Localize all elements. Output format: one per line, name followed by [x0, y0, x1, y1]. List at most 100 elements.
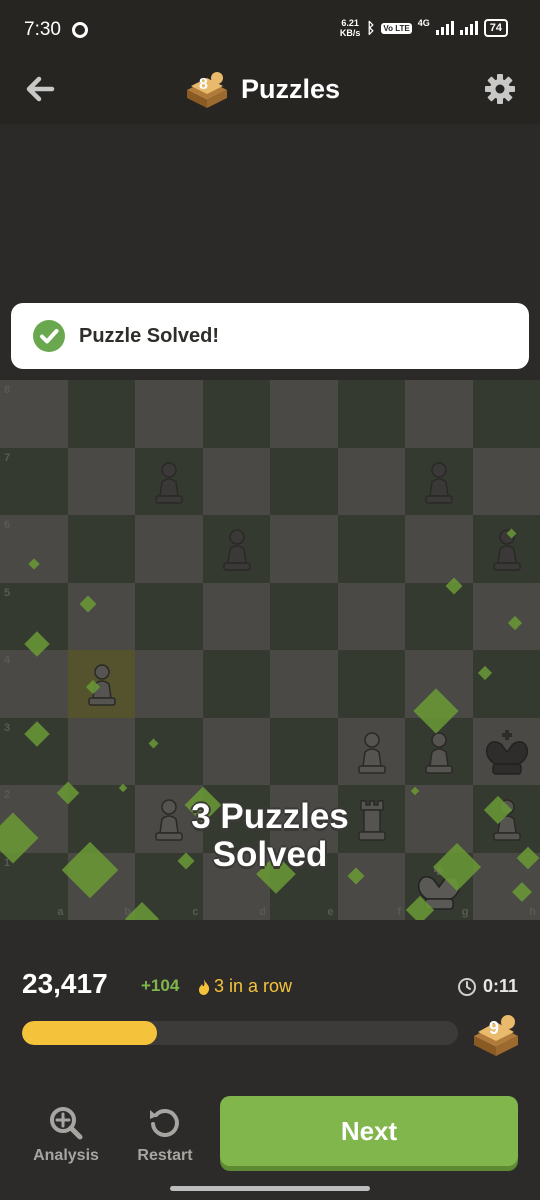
- gear-icon: [485, 74, 515, 104]
- square-h3[interactable]: [472, 717, 540, 785]
- rank-label: 6: [4, 519, 11, 531]
- square-e3[interactable]: [270, 717, 338, 785]
- square-g6[interactable]: [405, 515, 473, 583]
- level-progress-bar: [22, 1021, 458, 1045]
- settings-button[interactable]: [482, 71, 518, 107]
- square-f3[interactable]: [337, 717, 405, 785]
- restart-button[interactable]: Restart: [125, 1105, 205, 1165]
- square-c5[interactable]: [135, 582, 203, 650]
- square-d7[interactable]: [202, 447, 270, 515]
- square-b4[interactable]: [67, 650, 135, 718]
- restart-label: Restart: [137, 1147, 193, 1164]
- next-puzzle-button[interactable]: Next: [220, 1096, 518, 1166]
- white-king-icon[interactable]: [413, 861, 465, 913]
- back-button[interactable]: [22, 71, 58, 107]
- square-d5[interactable]: [202, 582, 270, 650]
- square-h2[interactable]: [472, 785, 540, 853]
- magnifier-analysis-icon: [50, 1107, 83, 1140]
- page-title-group: 8 Puzzles: [183, 64, 340, 114]
- square-g8[interactable]: [405, 380, 473, 448]
- square-e4[interactable]: [270, 650, 338, 718]
- square-a3[interactable]: 3: [0, 717, 68, 785]
- file-label: e: [327, 906, 334, 918]
- status-bar: 7:30 6.21 KB/s ᛒ Vo LTE 4G 74: [0, 0, 540, 58]
- net-speed-unit: KB/s: [339, 28, 361, 38]
- file-label: d: [259, 906, 266, 918]
- home-indicator[interactable]: [170, 1186, 370, 1191]
- clock-icon: [457, 977, 476, 996]
- square-g3[interactable]: [405, 717, 473, 785]
- streak-text: 3 in a row: [214, 976, 293, 996]
- file-label: b: [124, 906, 131, 918]
- square-h4[interactable]: [472, 650, 540, 718]
- square-a2[interactable]: 2: [0, 785, 68, 853]
- file-label: c: [192, 906, 199, 918]
- square-f6[interactable]: [337, 515, 405, 583]
- square-g5[interactable]: [405, 582, 473, 650]
- square-b3[interactable]: [67, 717, 135, 785]
- square-e7[interactable]: [270, 447, 338, 515]
- signal-icon: [435, 21, 454, 35]
- square-d8[interactable]: [202, 380, 270, 448]
- square-c8[interactable]: [135, 380, 203, 448]
- square-a5[interactable]: 5: [0, 582, 68, 650]
- square-c6[interactable]: [135, 515, 203, 583]
- white-pawn-icon[interactable]: [82, 660, 122, 708]
- square-g4[interactable]: [405, 650, 473, 718]
- next-level-number: 9: [489, 1018, 500, 1038]
- rank-label: 4: [4, 654, 11, 666]
- square-h7[interactable]: [472, 447, 540, 515]
- signal-icon-2: [459, 21, 478, 35]
- square-f5[interactable]: [337, 582, 405, 650]
- square-a6[interactable]: 6: [0, 515, 68, 583]
- square-a8[interactable]: 8: [0, 380, 68, 448]
- square-h1[interactable]: h: [472, 852, 540, 920]
- square-e8[interactable]: [270, 380, 338, 448]
- back-arrow-icon: [26, 76, 55, 102]
- analysis-button[interactable]: Analysis: [26, 1105, 106, 1165]
- square-c3[interactable]: [135, 717, 203, 785]
- puzzle-solved-toast: Puzzle Solved!: [11, 303, 529, 369]
- square-e6[interactable]: [270, 515, 338, 583]
- puzzle-stats: 23,417 +104 3 in a row 0:11: [22, 968, 518, 1004]
- status-time: 7:30: [24, 19, 61, 40]
- black-pawn-icon[interactable]: [419, 458, 459, 506]
- white-pawn-icon[interactable]: [419, 728, 459, 776]
- square-d6[interactable]: [202, 515, 270, 583]
- square-b8[interactable]: [67, 380, 135, 448]
- square-e5[interactable]: [270, 582, 338, 650]
- black-pawn-icon[interactable]: [487, 525, 527, 573]
- square-f8[interactable]: [337, 380, 405, 448]
- square-d3[interactable]: [202, 717, 270, 785]
- square-d4[interactable]: [202, 650, 270, 718]
- square-c4[interactable]: [135, 650, 203, 718]
- page-title: Puzzles: [241, 73, 341, 104]
- square-a4[interactable]: 4: [0, 650, 68, 718]
- white-pawn-icon[interactable]: [352, 728, 392, 776]
- square-h8[interactable]: [472, 380, 540, 448]
- bluetooth-icon: ᛒ: [366, 19, 376, 37]
- square-c7[interactable]: [135, 447, 203, 515]
- square-a7[interactable]: 7: [0, 447, 68, 515]
- square-b5[interactable]: [67, 582, 135, 650]
- square-b7[interactable]: [67, 447, 135, 515]
- square-h6[interactable]: [472, 515, 540, 583]
- black-pawn-icon[interactable]: [217, 525, 257, 573]
- file-label: a: [57, 906, 64, 918]
- square-f4[interactable]: [337, 650, 405, 718]
- volte-badge: Vo LTE: [381, 22, 412, 34]
- puzzles-solved-message: 3 Puzzles Solved: [120, 798, 420, 874]
- app-bar: 8 Puzzles: [0, 58, 540, 124]
- square-b6[interactable]: [67, 515, 135, 583]
- black-pawn-icon[interactable]: [149, 458, 189, 506]
- next-level-badge: 9: [470, 1010, 522, 1058]
- black-king-icon[interactable]: [481, 726, 533, 778]
- square-g7[interactable]: [405, 447, 473, 515]
- status-icons: 6.21 KB/s ᛒ Vo LTE 4G 74: [340, 18, 508, 38]
- message-line-1: 3 Puzzles: [191, 797, 349, 836]
- square-h5[interactable]: [472, 582, 540, 650]
- file-label: f: [397, 906, 401, 918]
- square-a1[interactable]: 1a: [0, 852, 68, 920]
- white-pawn-icon[interactable]: [487, 795, 527, 843]
- square-f7[interactable]: [337, 447, 405, 515]
